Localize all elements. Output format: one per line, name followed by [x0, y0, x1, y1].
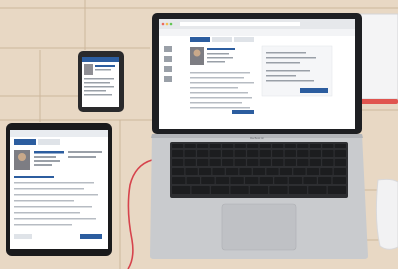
keyboard-key [327, 186, 346, 194]
keyboard-key [191, 186, 210, 194]
keyboard-key [272, 159, 284, 166]
keyboard-key [334, 144, 346, 148]
keyboard-key [293, 168, 306, 175]
keyboard-key [197, 144, 209, 148]
keyboard-key [222, 150, 234, 157]
keyboard-key [259, 177, 273, 184]
keyboard-key [209, 159, 221, 166]
photo-scene: MacBook Air [0, 0, 398, 269]
keyboard-key [222, 159, 234, 166]
keyboard-key [297, 150, 309, 157]
keyboard-key [288, 177, 303, 184]
keyboard-key [212, 168, 225, 175]
keyboard-key [309, 159, 321, 166]
keyboard-key [303, 177, 317, 184]
keyboard-key [172, 159, 184, 166]
keyboard-key [247, 159, 259, 166]
laptop-brand-label: MacBook Air [250, 137, 264, 140]
keyboard-key [309, 150, 321, 157]
keyboard-key [274, 177, 288, 184]
keyboard-key [234, 150, 246, 157]
keyboard-key [225, 168, 239, 175]
keyboard-key [247, 150, 259, 157]
keyboard-key [334, 159, 346, 166]
keyboard-key [197, 150, 209, 157]
keyboard-key [210, 186, 230, 194]
laptop-tab-active [190, 37, 210, 42]
keyboard-key [209, 144, 221, 148]
tablet [6, 123, 112, 256]
keyboard-key [272, 144, 284, 148]
keyboard-key [209, 150, 221, 157]
keyboard-key [320, 168, 333, 175]
laptop: MacBook Air [150, 13, 368, 259]
keyboard-key [279, 168, 293, 175]
keyboard-key [259, 159, 271, 166]
keyboard-key [172, 177, 186, 184]
keyboard-key [172, 150, 184, 157]
keyboard-key [306, 168, 320, 175]
keyboard-key [249, 186, 269, 194]
keyboard-key [184, 159, 196, 166]
keyboard-key [222, 144, 234, 148]
keyboard-key [266, 168, 279, 175]
keyboard-key [172, 144, 184, 148]
keyboard-key [308, 186, 327, 194]
keyboard-key [172, 168, 185, 175]
trackpad [221, 203, 297, 251]
keyboard-key [322, 159, 334, 166]
tablet-tab-active [14, 139, 36, 145]
keyboard-key [234, 144, 246, 148]
keyboard-key [234, 159, 246, 166]
keyboard-key [198, 168, 212, 175]
keyboard-key [297, 144, 309, 148]
keyboard-key [284, 159, 296, 166]
phone-avatar [84, 64, 93, 75]
keyboard-key [184, 150, 196, 157]
keyboard-key [309, 144, 321, 148]
keyboard-key [297, 159, 309, 166]
keyboard-key [247, 144, 259, 148]
mouse [375, 178, 398, 250]
keyboard-key [172, 186, 191, 194]
keyboard-key [322, 150, 334, 157]
keyboard-key [284, 150, 296, 157]
keyboard-key [259, 144, 271, 148]
keyboard-key [239, 168, 252, 175]
keyboard-key [197, 159, 209, 166]
keyboard-key [186, 177, 200, 184]
keyboard-key [322, 144, 334, 148]
keyboard-key [272, 150, 284, 157]
keyboard-key [215, 177, 230, 184]
keyboard-key [269, 186, 288, 194]
keyboard-key [288, 186, 308, 194]
keyboard-key [284, 144, 296, 148]
keyboard-key [185, 168, 198, 175]
phone [78, 51, 124, 112]
keyboard-key [245, 177, 259, 184]
keyboard-key [230, 186, 249, 194]
keyboard-key [259, 150, 271, 157]
keyboard-key [252, 168, 266, 175]
keyboard-key [332, 177, 346, 184]
keyboard-key [318, 177, 332, 184]
keyboard-key [333, 168, 346, 175]
keyboard-key [334, 150, 346, 157]
keyboard-key [184, 144, 196, 148]
keyboard-key [230, 177, 244, 184]
keyboard-key [201, 177, 215, 184]
